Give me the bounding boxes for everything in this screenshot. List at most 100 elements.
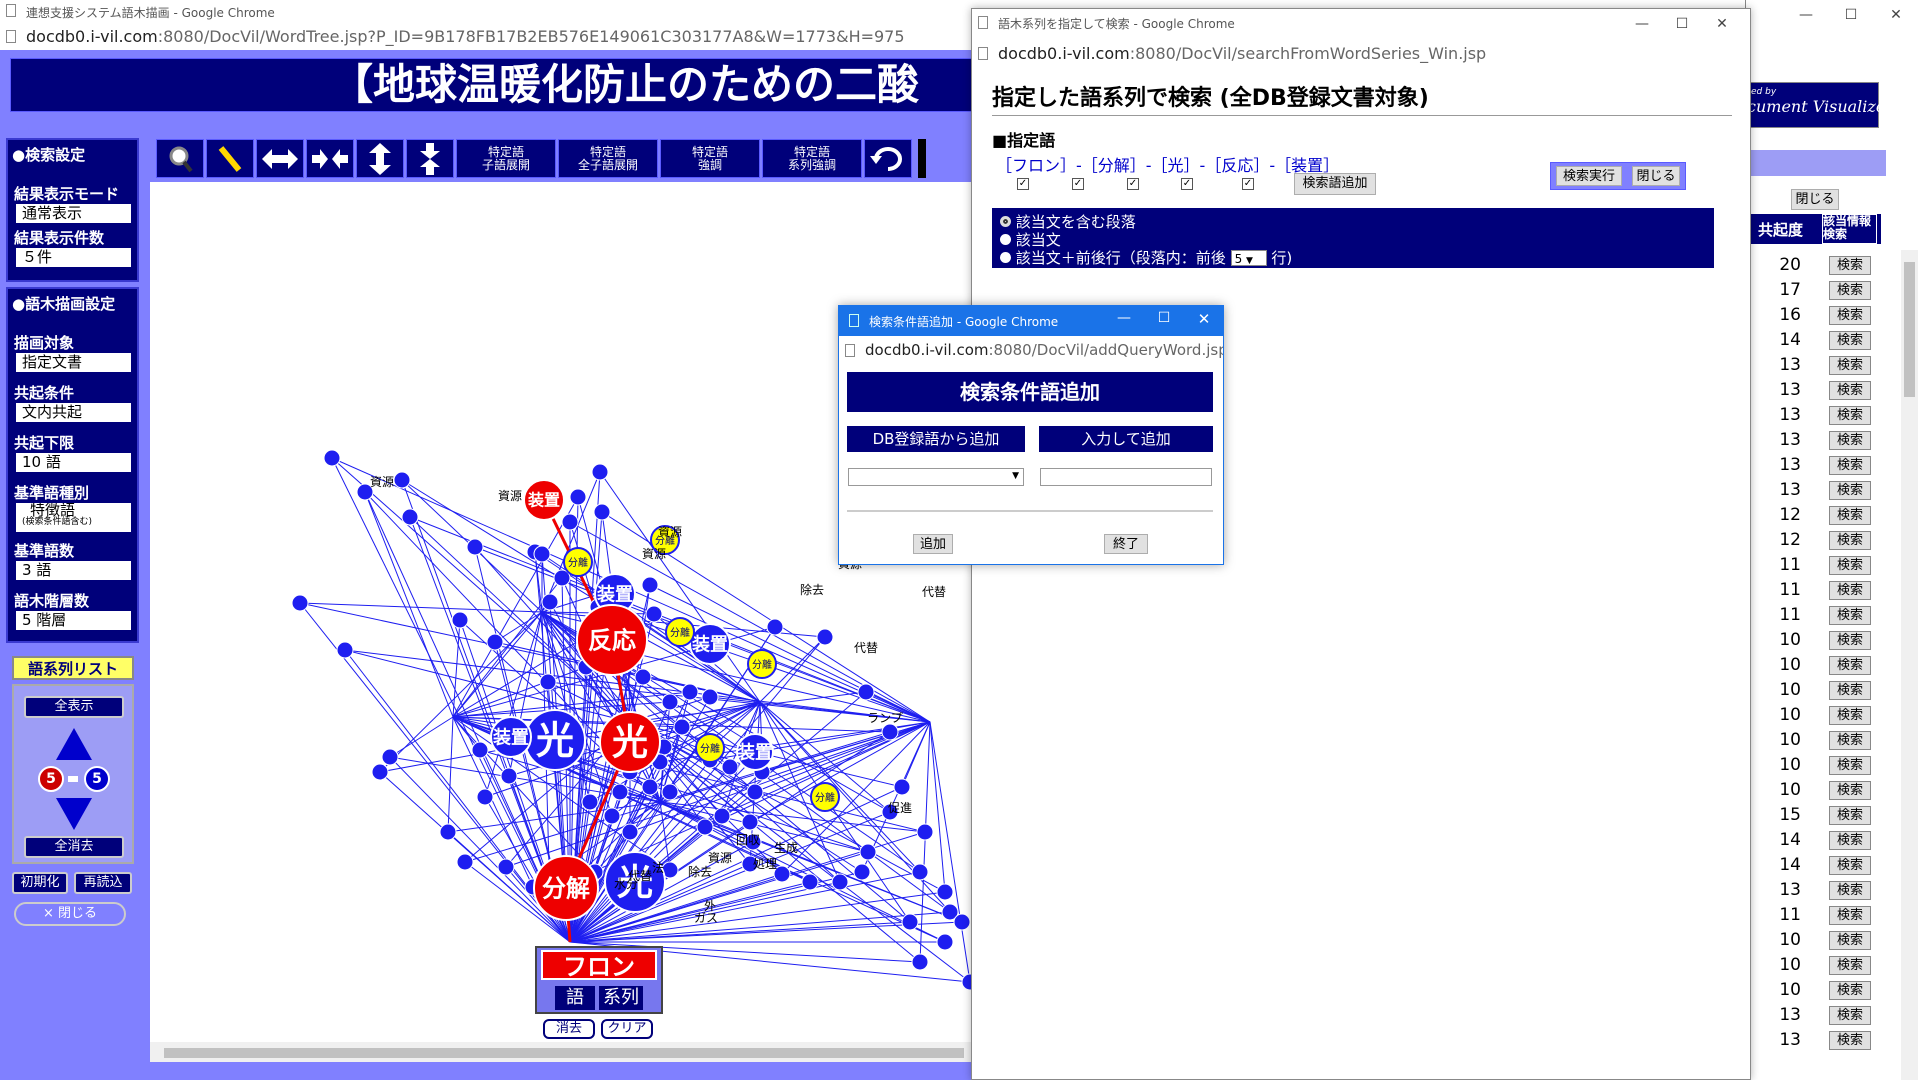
row-search-button[interactable]: 検索 xyxy=(1829,806,1871,825)
series-word-checkbox[interactable]: ✓ xyxy=(1127,178,1139,190)
tree-node[interactable] xyxy=(816,628,834,646)
tree-node[interactable] xyxy=(661,783,679,801)
row-search-button[interactable]: 検索 xyxy=(1829,881,1871,900)
tree-node[interactable] xyxy=(741,813,759,831)
by-input-tab[interactable]: 入力して追加 xyxy=(1039,426,1213,452)
row-search-button[interactable]: 検索 xyxy=(1829,656,1871,675)
clear-button[interactable]: クリア xyxy=(601,1019,653,1039)
series-word-checkbox[interactable]: ✓ xyxy=(1072,178,1084,190)
series-emphasize-button[interactable]: 特定語 系列強調 xyxy=(762,139,862,178)
db-word-select[interactable]: ▼ xyxy=(848,468,1024,486)
series-word-checkbox[interactable]: ✓ xyxy=(1017,178,1029,190)
tree-node[interactable] xyxy=(831,873,849,891)
minimize-button[interactable]: — xyxy=(1622,13,1662,35)
tree-node[interactable] xyxy=(936,883,954,901)
row-search-button[interactable]: 検索 xyxy=(1829,756,1871,775)
row-search-button[interactable]: 検索 xyxy=(1829,306,1871,325)
scrollbar-thumb[interactable] xyxy=(164,1048,964,1058)
row-search-button[interactable]: 検索 xyxy=(1829,781,1871,800)
row-search-button[interactable]: 検索 xyxy=(1829,381,1871,400)
maximize-button[interactable]: ☐ xyxy=(1149,310,1179,326)
vertical-scrollbar[interactable] xyxy=(1901,250,1918,1080)
row-search-button[interactable]: 検索 xyxy=(1829,681,1871,700)
root-word-box[interactable]: フロン 語 系列 xyxy=(535,946,663,1014)
row-search-button[interactable]: 検索 xyxy=(1829,731,1871,750)
row-search-button[interactable]: 検索 xyxy=(1829,606,1871,625)
sidebar-close-button[interactable]: × 閉じる xyxy=(14,902,126,926)
series-word-checkbox[interactable]: ✓ xyxy=(1242,178,1254,190)
init-button[interactable]: 初期化 xyxy=(12,872,68,894)
word-input[interactable] xyxy=(1040,468,1212,486)
row-search-button[interactable]: 検索 xyxy=(1829,831,1871,850)
tree-node[interactable] xyxy=(893,778,911,796)
emphasize-button[interactable]: 特定語 強調 xyxy=(660,139,760,178)
option-context[interactable]: 該当文＋前後行（段落内：前後 5 ▼ 行) xyxy=(1000,247,1292,268)
row-search-button[interactable]: 検索 xyxy=(1829,556,1871,575)
tree-node[interactable] xyxy=(936,933,954,951)
row-search-button[interactable]: 検索 xyxy=(1829,256,1871,275)
range-down-arrow-icon[interactable] xyxy=(54,796,94,832)
tree-node[interactable] xyxy=(901,913,919,931)
expand-child-button[interactable]: 特定語 子語展開 xyxy=(456,139,556,178)
tree-node[interactable] xyxy=(591,463,609,481)
tree-node[interactable] xyxy=(323,449,341,467)
tree-node[interactable] xyxy=(291,594,309,612)
horizontal-move-tool[interactable] xyxy=(256,139,304,178)
context-lines-select[interactable]: 5 ▼ xyxy=(1230,250,1267,266)
row-search-button[interactable]: 検索 xyxy=(1829,956,1871,975)
search-url-bar[interactable]: docdb0.i-vil.com:8080/DocVil/searchFromW… xyxy=(972,41,1750,67)
tree-node[interactable] xyxy=(569,488,587,506)
tree-depth-select[interactable]: 5 階層 xyxy=(16,611,131,630)
series-list-button[interactable]: 語系列リスト xyxy=(12,656,134,680)
root-tab-series[interactable]: 系列 xyxy=(599,986,643,1010)
end-button[interactable]: 終了 xyxy=(1104,534,1148,554)
row-search-button[interactable]: 検索 xyxy=(1829,431,1871,450)
tree-node[interactable] xyxy=(539,673,557,691)
tree-node[interactable] xyxy=(916,823,934,841)
pencil-tool[interactable] xyxy=(206,139,254,178)
tree-node[interactable] xyxy=(696,818,714,836)
row-search-button[interactable]: 検索 xyxy=(1829,706,1871,725)
row-search-button[interactable]: 検索 xyxy=(1829,406,1871,425)
search-close-button[interactable]: 閉じる xyxy=(1632,166,1680,186)
tree-node[interactable] xyxy=(476,788,494,806)
series-word-checkbox[interactable]: ✓ xyxy=(1181,178,1193,190)
erase-button[interactable]: 消去 xyxy=(543,1019,595,1039)
tree-node[interactable] xyxy=(641,778,659,796)
add-word-url-bar[interactable]: docdb0.i-vil.com:8080/DocVil/addQueryWor… xyxy=(839,338,1223,364)
toolbar-scroll-handle[interactable] xyxy=(918,139,926,178)
tree-node[interactable] xyxy=(713,807,731,825)
close-window-button[interactable]: ✕ xyxy=(1876,4,1916,26)
row-search-button[interactable]: 検索 xyxy=(1829,631,1871,650)
vertical-scrollbar-thumb[interactable] xyxy=(1904,262,1915,397)
tree-node[interactable] xyxy=(766,618,784,636)
minimize-button[interactable]: — xyxy=(1786,4,1826,26)
row-search-button[interactable]: 検索 xyxy=(1829,506,1871,525)
tree-node[interactable] xyxy=(721,758,739,776)
vertical-move-tool[interactable] xyxy=(356,139,404,178)
base-count-select[interactable]: 3 語 xyxy=(16,561,131,580)
tree-node[interactable] xyxy=(439,823,457,841)
tree-node[interactable] xyxy=(661,693,679,711)
tree-node[interactable] xyxy=(533,545,551,563)
row-search-button[interactable]: 検索 xyxy=(1829,981,1871,1000)
tree-node[interactable] xyxy=(611,783,629,801)
tree-node[interactable] xyxy=(486,633,504,651)
row-search-button[interactable]: 検索 xyxy=(1829,1006,1871,1025)
tree-node[interactable] xyxy=(681,683,699,701)
row-search-button[interactable]: 検索 xyxy=(1829,356,1871,375)
row-search-button[interactable]: 検索 xyxy=(1829,1031,1871,1050)
tree-node[interactable] xyxy=(393,471,411,489)
tree-node[interactable] xyxy=(371,763,389,781)
tree-node[interactable] xyxy=(466,538,484,556)
squeeze-tool[interactable] xyxy=(306,139,354,178)
minimize-button[interactable]: — xyxy=(1109,310,1139,326)
tree-node[interactable] xyxy=(881,723,899,741)
tree-node[interactable] xyxy=(581,793,599,811)
tree-node[interactable] xyxy=(953,913,971,931)
tree-node[interactable] xyxy=(451,611,469,629)
tree-node[interactable] xyxy=(541,593,559,611)
cooc-limit-select[interactable]: 10 語 xyxy=(16,453,131,472)
tree-node[interactable] xyxy=(621,823,639,841)
tree-node[interactable] xyxy=(645,605,663,623)
